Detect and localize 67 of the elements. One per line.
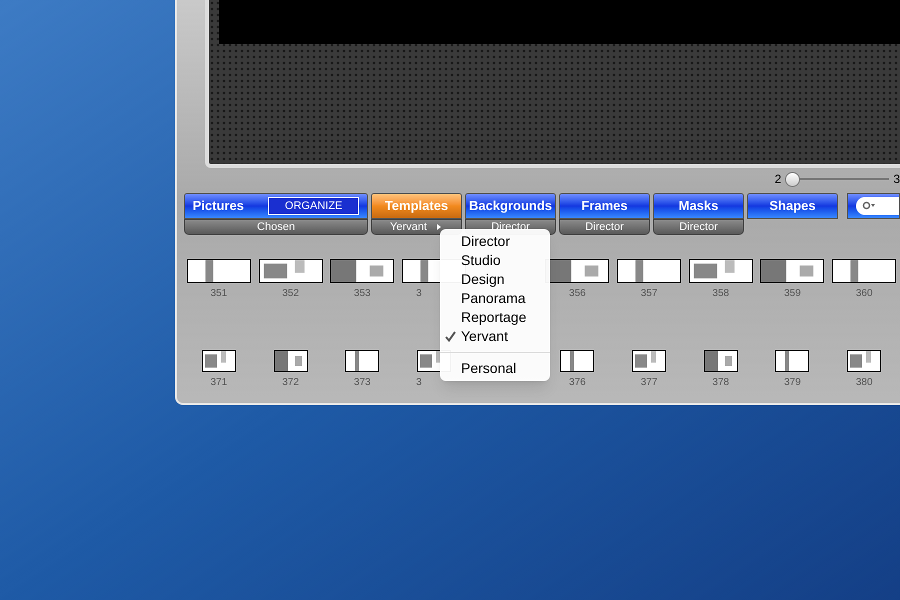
tab-label: Frames bbox=[581, 197, 628, 216]
thumbnail-number: 356 bbox=[569, 289, 586, 299]
slider-thumb[interactable] bbox=[785, 172, 800, 186]
template-thumbnail[interactable] bbox=[345, 350, 380, 372]
search-icon bbox=[862, 201, 876, 211]
thumbnail-number: 379 bbox=[784, 378, 801, 388]
thumbnail-number: 377 bbox=[640, 378, 658, 388]
triangle-right-icon bbox=[434, 223, 443, 231]
thumbnail-number: 359 bbox=[784, 289, 801, 299]
thumbnail-number: 352 bbox=[282, 289, 299, 299]
tab-sub-selector[interactable]: Yervant bbox=[371, 219, 462, 235]
thumbnail-number: 3 bbox=[415, 289, 422, 299]
menu-item[interactable]: Design bbox=[440, 270, 550, 289]
tab-label: Backgrounds bbox=[468, 197, 552, 216]
organize-button[interactable]: ORGANIZE bbox=[268, 196, 360, 216]
template-thumbnail[interactable] bbox=[560, 350, 594, 372]
category-tab[interactable]: Pictures ORGANIZE bbox=[184, 193, 368, 219]
template-thumbnail[interactable] bbox=[202, 350, 236, 372]
category-tab[interactable]: Shapes bbox=[747, 193, 838, 219]
thumbnail-number: 376 bbox=[569, 378, 586, 388]
thumbnail-number: 353 bbox=[354, 289, 371, 299]
template-thumbnail[interactable] bbox=[274, 350, 308, 372]
template-thumbnail[interactable] bbox=[775, 350, 810, 372]
sub-label: Director bbox=[679, 220, 718, 235]
template-thumbnail[interactable] bbox=[688, 259, 753, 283]
template-thumbnail[interactable] bbox=[847, 350, 882, 372]
thumbnail-number: 357 bbox=[640, 289, 658, 299]
thumbnail-number: 351 bbox=[210, 289, 228, 299]
tab-sub-selector[interactable]: Director bbox=[653, 219, 744, 235]
tab-sub-selector[interactable]: Director bbox=[559, 219, 650, 235]
thumbnail-number: 378 bbox=[712, 378, 730, 388]
template-thumbnail[interactable] bbox=[760, 259, 824, 283]
sub-label: Director bbox=[585, 220, 624, 235]
menu-item[interactable]: Director bbox=[440, 232, 550, 251]
category-tab[interactable]: Frames bbox=[559, 193, 650, 219]
slider-min-label: 2 bbox=[774, 171, 782, 188]
thumbnail-number: 372 bbox=[282, 378, 299, 388]
menu-item[interactable]: Panorama bbox=[440, 289, 550, 308]
tab-sub-selector[interactable]: Chosen bbox=[184, 219, 368, 235]
tab-label: Templates bbox=[384, 197, 448, 216]
template-thumbnail[interactable] bbox=[617, 259, 682, 283]
template-thumbnail[interactable] bbox=[632, 350, 666, 372]
thumbnail-number: 371 bbox=[210, 378, 228, 388]
tab-label: Pictures bbox=[192, 197, 244, 216]
search-field[interactable] bbox=[847, 193, 900, 219]
tab-label: Shapes bbox=[769, 197, 816, 216]
thumbnail-number: 373 bbox=[354, 378, 371, 388]
sub-label: Chosen bbox=[257, 220, 295, 235]
thumbnail-number: 3 bbox=[415, 378, 422, 388]
checkmark-icon bbox=[445, 331, 456, 342]
template-thumbnail[interactable] bbox=[704, 350, 738, 372]
sub-label: Yervant bbox=[390, 220, 427, 235]
thumbnail-number: 360 bbox=[856, 289, 873, 299]
template-thumbnail[interactable] bbox=[330, 259, 394, 283]
thumbnail-number: 380 bbox=[856, 378, 873, 388]
menu-item[interactable]: Studio bbox=[440, 251, 550, 270]
template-thumbnail[interactable] bbox=[186, 259, 251, 283]
menu-item[interactable]: Personal bbox=[440, 359, 550, 378]
template-thumbnail[interactable] bbox=[832, 259, 896, 283]
template-thumbnail[interactable] bbox=[258, 259, 323, 283]
slider-max-label: 3 bbox=[893, 171, 900, 188]
category-tab[interactable]: Masks bbox=[653, 193, 744, 219]
thumbnail-number: 358 bbox=[712, 289, 730, 299]
menu-item[interactable]: Yervant bbox=[440, 327, 550, 346]
menu-item[interactable]: Reportage bbox=[440, 308, 550, 327]
category-tab[interactable]: Backgrounds bbox=[465, 193, 556, 219]
tab-label: Masks bbox=[678, 197, 718, 216]
